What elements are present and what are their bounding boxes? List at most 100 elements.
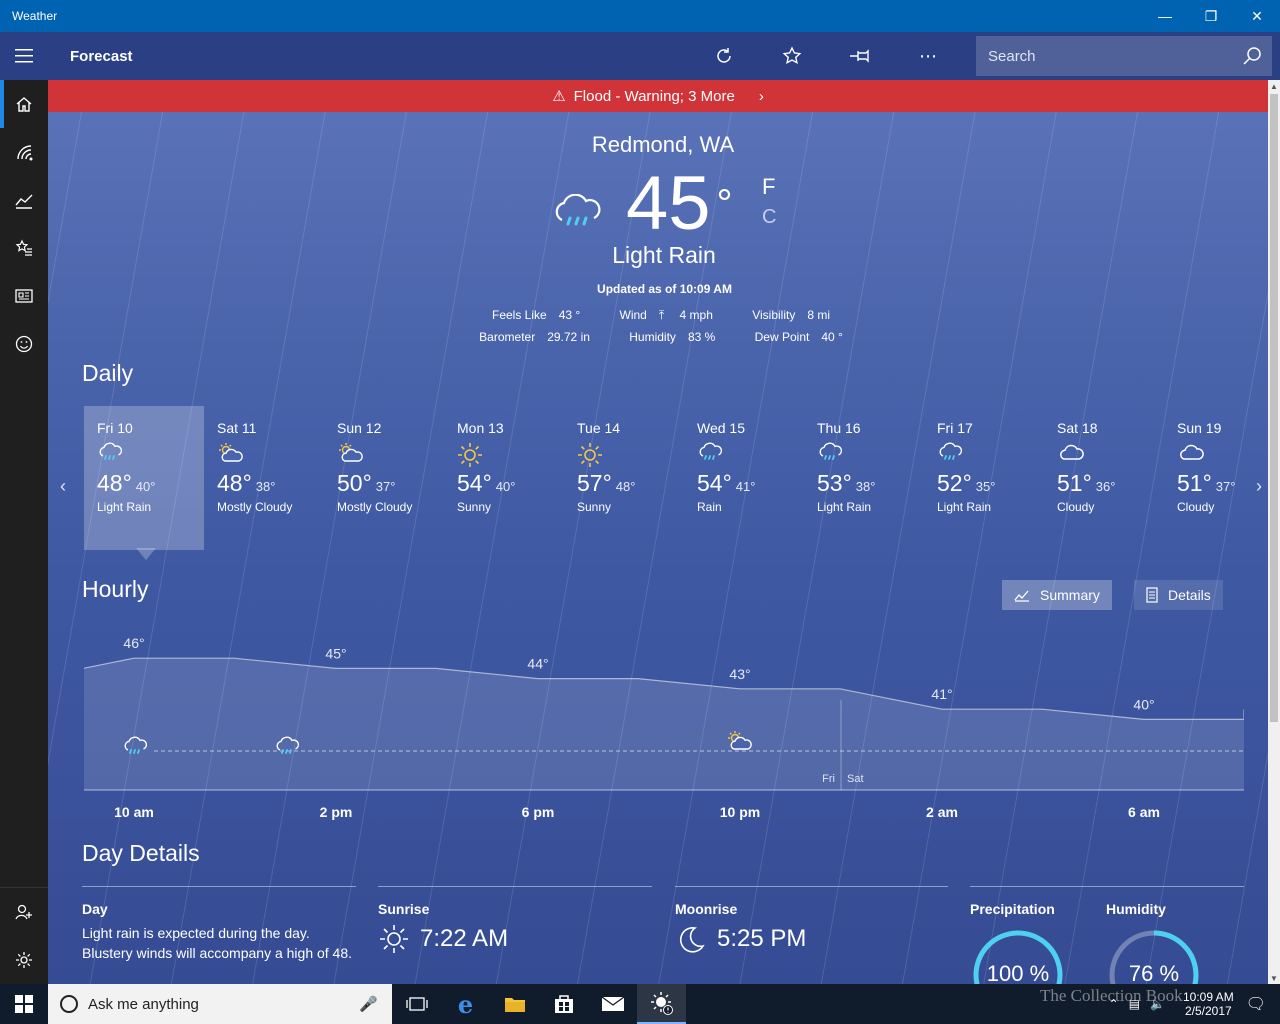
sidebar-item-news[interactable] bbox=[0, 272, 48, 320]
feels-like-value: 43 ° bbox=[558, 308, 581, 322]
daily-day-5[interactable]: Tue 14 57° 48° Sunny bbox=[564, 406, 684, 550]
start-button[interactable] bbox=[0, 984, 48, 1024]
search-box[interactable] bbox=[976, 36, 1272, 76]
rain-cloud-icon bbox=[817, 442, 924, 468]
rain-cloud-icon bbox=[555, 194, 601, 226]
pin-button[interactable] bbox=[826, 32, 894, 80]
scrollbar-thumb[interactable] bbox=[1270, 94, 1278, 722]
sidebar-item-maps[interactable] bbox=[0, 128, 48, 176]
day-high: 48° bbox=[97, 470, 132, 496]
precipitation-gauge: 100 % bbox=[970, 927, 1066, 984]
day-high: 52° bbox=[937, 470, 972, 496]
scroll-up-icon[interactable]: ▲ bbox=[1268, 80, 1280, 92]
folder-icon bbox=[504, 998, 525, 1012]
wind-label: Wind bbox=[619, 308, 647, 322]
gauges-card: Precipitation 100 % Humidity 76 % bbox=[970, 886, 1244, 984]
day-high: 53° bbox=[817, 470, 852, 496]
scroll-down-icon[interactable]: ▼ bbox=[1268, 972, 1280, 984]
taskbar-store[interactable] bbox=[539, 984, 588, 1024]
sidebar-item-historical[interactable] bbox=[0, 176, 48, 224]
daily-scroll-left[interactable]: ‹ bbox=[60, 476, 66, 497]
day-name: Fri 10 bbox=[97, 420, 133, 436]
windows-icon bbox=[15, 995, 33, 1013]
precipitation-label: Precipitation bbox=[970, 901, 1055, 917]
hamburger-menu-button[interactable] bbox=[0, 32, 48, 80]
search-button[interactable] bbox=[1232, 46, 1272, 66]
hourly-temp-label: 44° bbox=[527, 656, 548, 672]
day-low: 38° bbox=[255, 479, 276, 494]
daily-day-3[interactable]: Sun 12 50° 37° Mostly Cloudy bbox=[324, 406, 444, 550]
favorite-button[interactable] bbox=[758, 32, 826, 80]
store-icon bbox=[554, 995, 573, 1013]
main-content: ⚠ Flood - Warning; 3 More › Redmond, WA … bbox=[48, 80, 1268, 984]
hourly-temp-label: 46° bbox=[123, 635, 144, 651]
daily-day-10[interactable]: Sun 19 51° 37° Cloudy bbox=[1164, 406, 1268, 550]
microphone-icon[interactable]: 🎤 bbox=[359, 995, 378, 1013]
details-button[interactable]: Details bbox=[1134, 580, 1223, 610]
day-high: 51° bbox=[1057, 470, 1092, 496]
taskbar-edge[interactable]: e bbox=[441, 984, 490, 1024]
daily-day-2[interactable]: Sat 11 48° 38° Mostly Cloudy bbox=[204, 406, 324, 550]
daily-day-9[interactable]: Sat 18 51° 36° Cloudy bbox=[1044, 406, 1164, 550]
mail-icon bbox=[601, 996, 624, 1011]
sidebar-item-forecast[interactable] bbox=[0, 80, 48, 128]
alert-banner[interactable]: ⚠ Flood - Warning; 3 More › bbox=[48, 80, 1268, 112]
day-name: Wed 15 bbox=[697, 420, 745, 436]
summary-button[interactable]: Summary bbox=[1002, 580, 1112, 610]
sidebar-item-account[interactable] bbox=[0, 888, 48, 936]
search-input[interactable] bbox=[976, 47, 1232, 65]
daily-day-6[interactable]: Wed 15 54° 41° Rain bbox=[684, 406, 804, 550]
wind-value: 4 mph bbox=[679, 308, 713, 322]
edge-icon: e bbox=[457, 989, 474, 1019]
sidebar-item-settings[interactable] bbox=[0, 936, 48, 984]
smiley-icon bbox=[15, 335, 33, 353]
cortana-icon bbox=[60, 995, 78, 1013]
clock[interactable]: 10:09 AM 2/5/2017 bbox=[1183, 990, 1234, 1018]
cloud-icon bbox=[1177, 442, 1268, 468]
daily-day-7[interactable]: Thu 16 53° 38° Light Rain bbox=[804, 406, 924, 550]
rain-cloud-icon bbox=[97, 442, 204, 468]
task-view-icon bbox=[405, 997, 428, 1011]
app-header: Forecast ⋯ bbox=[0, 32, 1280, 80]
moon-icon bbox=[679, 926, 705, 953]
daily-day-1[interactable]: Fri 10 48° 40° Light Rain bbox=[84, 406, 204, 550]
daily-day-4[interactable]: Mon 13 54° 40° Sunny bbox=[444, 406, 564, 550]
hourly-temp-label: 41° bbox=[931, 686, 952, 702]
hourly-temp-label: 43° bbox=[729, 666, 750, 682]
day-condition: Rain bbox=[697, 500, 722, 514]
task-view-button[interactable] bbox=[392, 984, 441, 1024]
day-name: Sat 18 bbox=[1057, 420, 1098, 436]
chart-icon bbox=[1014, 590, 1029, 602]
taskbar-mail[interactable] bbox=[588, 984, 637, 1024]
taskbar-weather[interactable] bbox=[637, 984, 686, 1024]
daily-forecast: Fri 10 48° 40° Light Rain Sat 11 48° 38° Mostly… bbox=[84, 406, 1268, 552]
vertical-scrollbar[interactable]: ▲ ▼ bbox=[1268, 80, 1280, 984]
wind-arrow-icon: ⤒ bbox=[658, 308, 665, 322]
unit-celsius[interactable]: C bbox=[762, 206, 776, 229]
visibility-label: Visibility bbox=[752, 308, 796, 322]
hourly-time-label: 2 pm bbox=[320, 804, 353, 820]
more-button[interactable]: ⋯ bbox=[894, 32, 962, 80]
day-condition: Sunny bbox=[577, 500, 612, 514]
restore-button[interactable]: ❐ bbox=[1188, 0, 1234, 32]
cortana-search-box[interactable]: Ask me anything 🎤 bbox=[48, 984, 392, 1024]
close-button[interactable]: ✕ bbox=[1234, 0, 1280, 32]
taskbar-file-explorer[interactable] bbox=[490, 984, 539, 1024]
sunrise-label: Sunrise bbox=[378, 901, 430, 917]
refresh-button[interactable] bbox=[690, 32, 758, 80]
barometer-value: 29.72 in bbox=[547, 330, 590, 344]
partly-sunny-icon bbox=[217, 442, 324, 468]
minimize-button[interactable]: — bbox=[1142, 0, 1188, 32]
daily-day-8[interactable]: Fri 17 52° 35° Light Rain bbox=[924, 406, 1044, 550]
sidebar-item-feedback[interactable] bbox=[0, 320, 48, 368]
day-high: 50° bbox=[337, 470, 372, 496]
sun-icon bbox=[457, 442, 564, 468]
day-name: Sun 19 bbox=[1177, 420, 1222, 436]
hourly-time-label: 6 am bbox=[1128, 804, 1160, 820]
sunrise-icon bbox=[380, 925, 408, 953]
action-center-icon[interactable]: 🗨 bbox=[1246, 994, 1266, 1014]
unit-fahrenheit[interactable]: F bbox=[762, 174, 775, 200]
sunrise-value: 7:22 AM bbox=[420, 925, 509, 952]
cloud-icon bbox=[1057, 442, 1164, 468]
sidebar-item-places[interactable] bbox=[0, 224, 48, 272]
